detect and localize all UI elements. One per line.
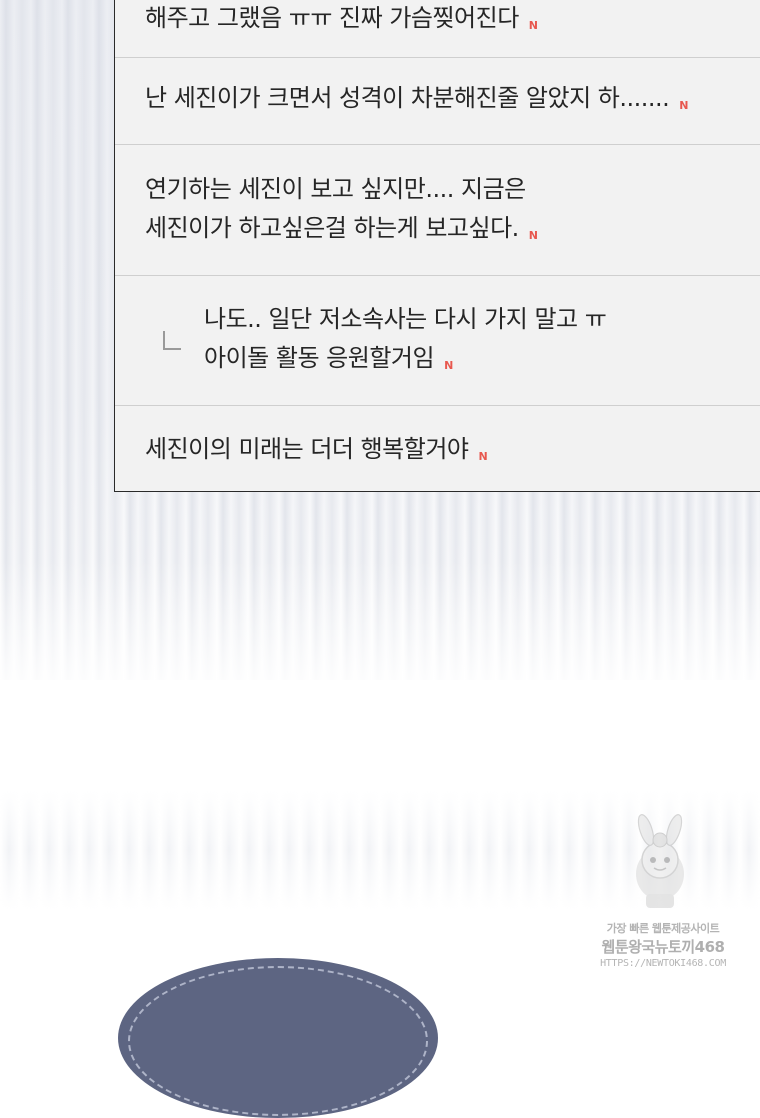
speech-bubble-dashed-border	[128, 966, 428, 1116]
new-badge: N	[478, 450, 488, 463]
new-badge: N	[528, 229, 538, 242]
comment-text: 난 세진이가 크면서 성격이 차분해진줄 알았지 하....... N	[145, 84, 688, 112]
comment-text: 세진이의 미래는 더더 행복할거야 N	[145, 435, 488, 463]
comment-text: 해주고 그랬음 ㅠㅠ 진짜 가슴찢어진다 N	[145, 4, 538, 32]
watermark-site-name: 웹툰왕국뉴토끼468	[601, 938, 725, 956]
comment-row-reply: 나도.. 일단 저소속사는 다시 가지 말고 ㅠ 아이돌 활동 응원할거임 N	[115, 275, 760, 406]
comment-row: 연기하는 세진이 보고 싶지만.... 지금은 세진이가 하고싶은걸 하는게 보…	[115, 144, 760, 276]
watermark-mascot-icon	[636, 814, 684, 908]
watermark-url: HTTPS://NEWTOKI468.COM	[600, 958, 726, 969]
comment-row: 난 세진이가 크면서 성격이 차분해진줄 알았지 하....... N	[115, 57, 760, 145]
comment-text: 연기하는 세진이 보고 싶지만.... 지금은 세진이가 하고싶은걸 하는게 보…	[145, 175, 538, 242]
watermark: 가장 빠른 웹툰제공사이트 웹툰왕국뉴토끼468 HTTPS://NEWTOKI…	[588, 812, 738, 988]
comment-text: 나도.. 일단 저소속사는 다시 가지 말고 ㅠ 아이돌 활동 응원할거임 N	[204, 305, 607, 372]
watermark-tagline: 가장 빠른 웹툰제공사이트	[606, 922, 720, 935]
background-fade	[0, 560, 760, 700]
comment-panel: 해주고 그랬음 ㅠㅠ 진짜 가슴찢어진다 N 난 세진이가 크면서 성격이 차분해…	[114, 0, 760, 492]
new-badge: N	[679, 99, 688, 112]
new-badge: N	[528, 19, 538, 32]
comment-row: 세진이의 미래는 더더 행복할거야 N	[115, 405, 760, 491]
comment-row: 해주고 그랬음 ㅠㅠ 진짜 가슴찢어진다 N	[115, 0, 760, 58]
reply-arrow-icon	[163, 331, 181, 350]
new-badge: N	[444, 359, 453, 372]
